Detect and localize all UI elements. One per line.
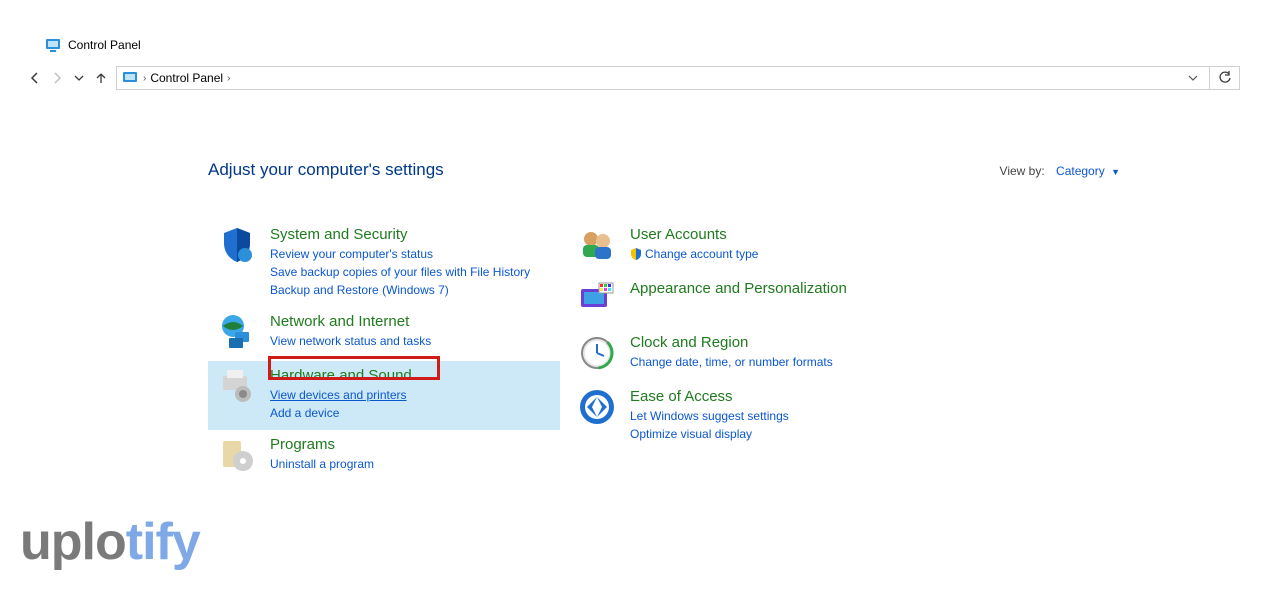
window-title-bar: Control Panel [46, 38, 141, 52]
content-area: Adjust your computer's settings View by:… [208, 160, 1220, 484]
sublink[interactable]: Change date, time, or number formats [630, 353, 833, 371]
category-user-accounts[interactable]: User Accounts Change account type [568, 220, 920, 274]
watermark: uplotify [20, 512, 200, 572]
category-network-internet[interactable]: Network and Internet View network status… [208, 307, 560, 361]
sublink[interactable]: Optimize visual display [630, 425, 789, 443]
category-column-right: User Accounts Change account type [568, 220, 920, 484]
category-title[interactable]: Ease of Access [630, 388, 789, 405]
address-bar[interactable]: › Control Panel › [116, 66, 1210, 90]
up-button[interactable] [90, 67, 112, 89]
category-title[interactable]: Hardware and Sound [270, 367, 412, 384]
shield-icon [216, 224, 258, 266]
window-title: Control Panel [68, 38, 141, 52]
sublink[interactable]: View network status and tasks [270, 332, 431, 350]
category-title[interactable]: Network and Internet [270, 313, 431, 330]
clock-icon [576, 332, 618, 374]
category-appearance[interactable]: Appearance and Personalization [568, 274, 920, 328]
category-title[interactable]: Appearance and Personalization [630, 280, 847, 297]
forward-button[interactable] [46, 67, 68, 89]
page-heading: Adjust your computer's settings [208, 160, 444, 180]
disc-box-icon [216, 434, 258, 476]
sublink[interactable]: Let Windows suggest settings [630, 407, 789, 425]
category-programs[interactable]: Programs Uninstall a program [208, 430, 560, 484]
category-column-left: System and Security Review your computer… [208, 220, 560, 484]
sublink-add-device[interactable]: Add a device [270, 404, 412, 422]
breadcrumb-root[interactable]: Control Panel [150, 71, 223, 85]
chevron-right-icon[interactable]: › [227, 73, 230, 84]
chevron-down-icon: ▼ [1111, 167, 1120, 177]
category-hardware-sound[interactable]: Hardware and Sound View devices and prin… [208, 361, 560, 430]
view-by-label: View by: [1000, 164, 1045, 178]
category-system-security[interactable]: System and Security Review your computer… [208, 220, 560, 307]
nav-bar: › Control Panel › [24, 65, 1240, 91]
chevron-right-icon: › [143, 73, 146, 84]
control-panel-icon [46, 38, 62, 52]
category-clock-region[interactable]: Clock and Region Change date, time, or n… [568, 328, 920, 382]
back-button[interactable] [24, 67, 46, 89]
globe-icon [216, 311, 258, 353]
sublink-view-devices-printers[interactable]: View devices and printers [270, 386, 412, 404]
sublink[interactable]: Save backup copies of your files with Fi… [270, 263, 530, 281]
category-title[interactable]: Clock and Region [630, 334, 833, 351]
sublink[interactable]: Uninstall a program [270, 455, 374, 473]
monitor-palette-icon [576, 278, 618, 320]
sublink[interactable]: Backup and Restore (Windows 7) [270, 281, 530, 299]
printer-icon [216, 365, 258, 407]
people-icon [576, 224, 618, 266]
sublink[interactable]: Review your computer's status [270, 245, 530, 263]
category-ease-of-access[interactable]: Ease of Access Let Windows suggest setti… [568, 382, 920, 451]
sublink-change-account-type[interactable]: Change account type [630, 245, 758, 263]
category-title[interactable]: Programs [270, 436, 374, 453]
view-by-control[interactable]: View by: Category ▼ [1000, 164, 1120, 178]
category-title[interactable]: User Accounts [630, 226, 758, 243]
control-panel-icon [123, 71, 139, 85]
ease-of-access-icon [576, 386, 618, 428]
refresh-button[interactable] [1210, 66, 1240, 90]
address-dropdown[interactable] [1183, 73, 1203, 83]
view-by-value[interactable]: Category [1056, 164, 1105, 178]
uac-shield-icon [630, 247, 642, 259]
category-title[interactable]: System and Security [270, 226, 530, 243]
recent-locations-button[interactable] [68, 67, 90, 89]
